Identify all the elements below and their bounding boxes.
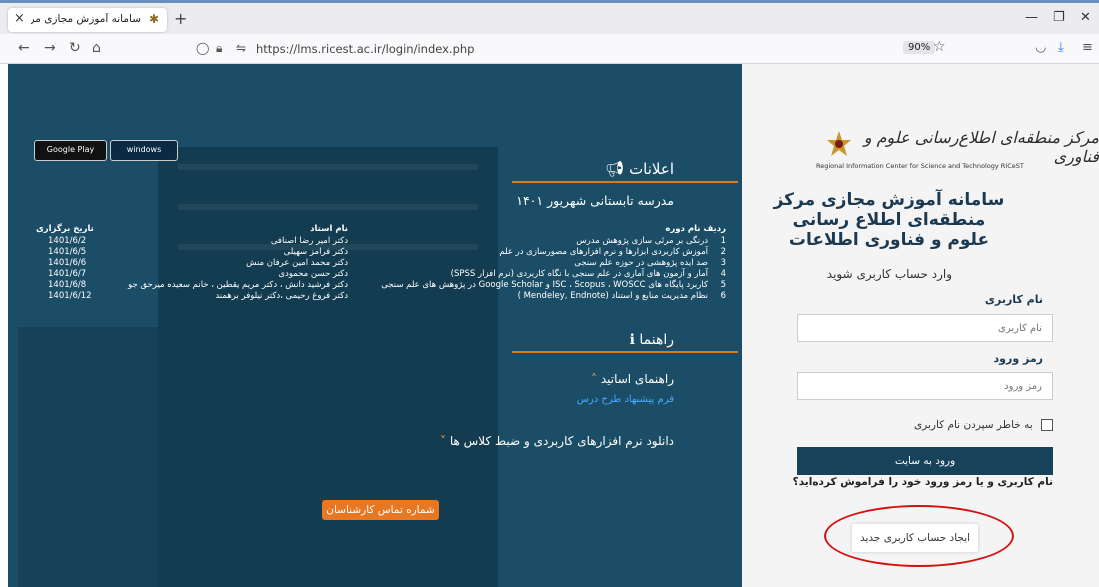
minimize-icon[interactable]: —	[1025, 10, 1038, 25]
table-row-teacher: دکتر فرشید دانش ، دکتر مریم یقطین ، خانم…	[128, 280, 348, 290]
table-row-teacher: دکتر امیر رضا اصنافی	[270, 236, 348, 246]
course-form-link[interactable]: فرم پیشنهاد طرح درس	[577, 394, 674, 405]
guide-heading: راهنما ℹ	[630, 332, 674, 348]
table-row-teacher: دکتر محمد امین عرفان منش	[246, 258, 348, 268]
close-tab-icon[interactable]: ×	[14, 11, 25, 26]
chevron-down-icon: ˅	[439, 434, 446, 448]
download-section-label: دانلود نرم افزارهای کاربردی و ضبط کلاس ه…	[449, 434, 674, 448]
google-play-badge[interactable]: Google Play	[34, 140, 107, 161]
teachers-guide-label: راهنمای اساتید	[600, 372, 674, 386]
teachers-guide-toggle[interactable]: راهنمای اساتید ˄	[591, 372, 674, 386]
shield-icon[interactable]: ◯	[196, 41, 209, 55]
new-tab-button[interactable]: +	[174, 9, 187, 28]
windows-app-badge[interactable]: windows	[110, 140, 178, 161]
maximize-icon[interactable]: ❐	[1053, 10, 1065, 25]
remember-label: به خاطر سپردن نام کاربری	[913, 419, 1033, 431]
announcements-heading: اعلانات 📢︎	[605, 160, 674, 178]
chevron-up-icon: ˄	[590, 372, 597, 386]
table-row-date: 1401/6/12	[48, 291, 92, 301]
bookmark-star-icon[interactable]: ☆	[933, 39, 946, 55]
home-icon[interactable]: ⌂	[92, 40, 101, 56]
tab-bar: ✱ سامانه آموزش مجازی مرکز منطقه × + — ❐ …	[0, 0, 1099, 34]
logo-text-fa: مرکز منطقه‌ای اطلاع‌رسانی علوم و فناوری	[863, 128, 1099, 166]
table-row-num: 5	[720, 280, 726, 290]
remember-username[interactable]: به خاطر سپردن نام کاربری	[914, 419, 1053, 431]
login-button[interactable]: ورود به سایت	[797, 447, 1053, 475]
table-row-teacher: دکتر حسن محمودی	[278, 269, 348, 279]
tab-title: سامانه آموزش مجازی مرکز منطقه	[31, 13, 141, 25]
nav-bar: ← → ↻ ⌂ ◯ 🔒︎ ⇋ https://lms.ricest.ac.ir/…	[0, 34, 1099, 64]
login-prompt: وارد حساب کاربری شوید	[826, 267, 952, 281]
forgot-password-link[interactable]: نام کاربری و یا رمز ورود خود را فراموش ک…	[793, 476, 1053, 488]
table-row-date: 1401/6/8	[48, 280, 87, 290]
building-window	[178, 204, 478, 210]
summer-school-title: مدرسه تابستانی شهریور ۱۴۰۱	[516, 193, 674, 208]
back-icon[interactable]: ←	[18, 40, 30, 56]
password-label: رمز ورود	[993, 352, 1043, 365]
logo-text-en: Regional Information Center for Science …	[816, 162, 1024, 170]
login-panel: مرکز منطقه‌ای اطلاع‌رسانی علوم و فناوری …	[742, 64, 1099, 587]
zoom-indicator[interactable]: 90%	[903, 41, 936, 54]
url-bar[interactable]: ◯ 🔒︎ ⇋ https://lms.ricest.ac.ir/login/in…	[186, 37, 962, 61]
table-row-teacher: دکتر فرامز سهیلی	[283, 247, 348, 257]
heading-underline	[512, 181, 738, 183]
table-row-course: درنگی بر مرئی سازی پژوهش مدرس	[576, 236, 708, 246]
table-row-course: آمار و آزمون های آماری در علم سنجی با نگ…	[450, 269, 708, 279]
google-play-label: Google Play	[46, 145, 95, 154]
download-section-toggle[interactable]: دانلود نرم افزارهای کاربردی و ضبط کلاس ه…	[440, 434, 674, 448]
table-row-date: 1401/6/7	[48, 269, 87, 279]
site-favicon-icon: ✱	[148, 12, 159, 26]
table-row-num: 1	[720, 236, 726, 246]
table-header-course: ردیف نام دوره	[665, 224, 726, 234]
table-row-num: 2	[720, 247, 726, 257]
table-row-course: آموزش کاربردی ابزارها و نرم افزارهای مصو…	[499, 247, 708, 257]
background-building	[158, 147, 498, 587]
url-text[interactable]: https://lms.ricest.ac.ir/login/index.php	[256, 42, 474, 56]
lock-icon[interactable]: 🔒︎	[216, 41, 222, 56]
ricest-logo-icon	[827, 131, 851, 156]
table-row-course: صد ایده پژوهشی در حوزه علم سنجی	[574, 258, 708, 268]
table-row-date: 1401/6/5	[48, 247, 87, 257]
table-row-course: نظام مدیریت منابع و استناد (Mendeley, En…	[517, 291, 708, 301]
info-icon: ℹ	[629, 332, 635, 348]
download-icon[interactable]: ⤓	[1058, 40, 1064, 55]
megaphone-icon: 📢︎	[605, 160, 625, 178]
table-row-num: 3	[720, 258, 726, 268]
windows-label: windows	[126, 145, 162, 154]
table-row-num: 6	[720, 291, 726, 301]
menu-icon[interactable]: ≡	[1082, 40, 1093, 55]
table-row-date: 1401/6/2	[48, 236, 87, 246]
username-field[interactable]	[797, 314, 1053, 342]
table-row-num: 4	[720, 269, 726, 279]
table-row-teacher: دکتر فروغ رحیمی ،دکتر نیلوفر برهمند	[215, 291, 348, 301]
guide-title: راهنما	[639, 332, 674, 348]
table-row-date: 1401/6/6	[48, 258, 87, 268]
heading-underline	[512, 351, 738, 353]
pocket-icon[interactable]: ◡	[1035, 40, 1046, 55]
reload-icon[interactable]: ↻	[69, 40, 81, 56]
username-label: نام کاربری	[984, 293, 1043, 306]
remember-checkbox[interactable]	[1041, 419, 1053, 431]
close-window-icon[interactable]: ✕	[1080, 10, 1091, 25]
experts-contact-button[interactable]: شماره تماس کارشناسان	[322, 500, 439, 520]
password-field[interactable]	[797, 372, 1053, 400]
table-header-date: تاریخ برگزاری	[36, 224, 94, 234]
building-window	[178, 164, 478, 170]
forward-icon[interactable]: →	[44, 40, 56, 56]
system-title: سامانه آموزش مجازی مرکز منطقه‌ای اطلاع ر…	[773, 190, 1005, 250]
background-building	[18, 327, 158, 587]
announcements-title: اعلانات	[629, 160, 674, 178]
table-row-course: کاربرد پایگاه های ISC ، Scopus ، WOSCC و…	[381, 280, 708, 290]
info-panel: Google Play windows اعلانات 📢︎ مدرسه تاب…	[8, 64, 742, 587]
table-header-teacher: نام استاد	[310, 224, 348, 234]
browser-tab[interactable]: ✱ سامانه آموزش مجازی مرکز منطقه ×	[8, 8, 167, 32]
permissions-icon[interactable]: ⇋	[236, 41, 246, 55]
create-account-button[interactable]: ایجاد حساب کاربری جدید	[852, 524, 978, 552]
